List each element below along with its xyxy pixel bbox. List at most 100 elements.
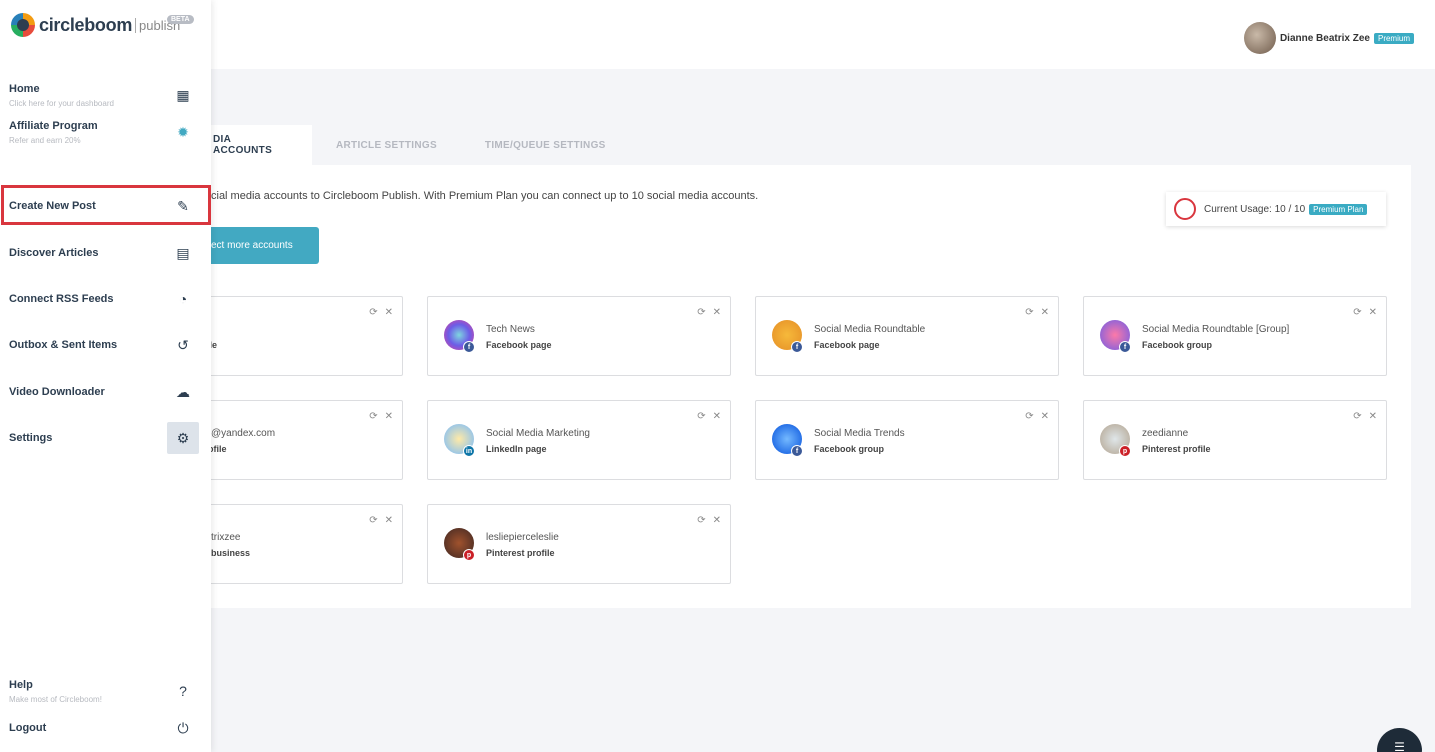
facebook-icon: f (1119, 341, 1131, 353)
sidebar-item-label: Home (9, 83, 40, 95)
question-icon: ? (179, 683, 187, 699)
refresh-icon[interactable]: ⟳ (369, 411, 377, 422)
account-card: ⟳ ✕ f Social Media Roundtable Facebook pa… (755, 296, 1059, 376)
close-icon[interactable]: ✕ (385, 307, 393, 318)
account-card: ⟳ ✕ p zeedianne Pinterest profile (1083, 400, 1387, 480)
sidebar-item-hint: Make most of Circleboom! (9, 695, 102, 704)
refresh-icon[interactable]: ⟳ (697, 307, 705, 318)
rss-icon: ◔ (178, 291, 188, 307)
account-name: Social Media Marketing (486, 428, 590, 439)
sidebar-item-affiliate-program[interactable]: Affiliate Program Refer and earn 20% ✹ (0, 116, 211, 148)
intro-text: cial media accounts to Circleboom Publis… (211, 190, 759, 202)
top-bar: Dianne Beatrix Zee Premium (0, 0, 1435, 69)
dollar-badge-icon: ✹ (177, 123, 189, 140)
linkedin-icon: in (463, 445, 475, 457)
close-icon[interactable]: ✕ (385, 515, 393, 526)
user-name: Dianne Beatrix Zee (1279, 32, 1370, 44)
history-icon: ↺ (177, 336, 189, 353)
account-type: business (211, 548, 251, 558)
sidebar-item-video-downloader[interactable]: Video Downloader ☁ (0, 376, 211, 408)
refresh-icon[interactable]: ⟳ (1025, 307, 1033, 318)
sidebar-item-label: Settings (9, 432, 53, 444)
sidebar-item-label: Logout (9, 722, 47, 734)
close-icon[interactable]: ✕ (1041, 307, 1049, 318)
user-menu[interactable]: Dianne Beatrix Zee Premium (1243, 22, 1414, 54)
account-card: ⟳ ✕ f Tech News Facebook page (427, 296, 731, 376)
close-icon[interactable]: ✕ (1369, 411, 1377, 422)
pinterest-icon: p (463, 549, 475, 561)
sidebar-item-label: Discover Articles (9, 247, 99, 259)
facebook-icon: f (791, 445, 803, 457)
tab-social-media-accounts[interactable]: DIA ACCOUNTS (211, 125, 312, 165)
refresh-icon[interactable]: ⟳ (1353, 411, 1361, 422)
create-new-post-highlight (1, 185, 211, 225)
pinterest-icon: p (1119, 445, 1131, 457)
newspaper-icon: ▤ (176, 244, 190, 261)
sidebar-item-label: Connect RSS Feeds (9, 293, 114, 305)
account-type: Facebook group (1142, 340, 1213, 350)
account-type: Facebook page (814, 340, 880, 350)
sidebar-item-label: Affiliate Program (9, 120, 98, 132)
usage-label: Current Usage: 10 / 10 (1204, 203, 1306, 215)
close-icon[interactable]: ✕ (1041, 411, 1049, 422)
refresh-icon[interactable]: ⟳ (1025, 411, 1033, 422)
facebook-icon: f (463, 341, 475, 353)
account-type: Facebook page (486, 340, 552, 350)
chat-menu-button[interactable]: ☰ (1377, 728, 1422, 752)
close-icon[interactable]: ✕ (713, 515, 721, 526)
sidebar-item-connect-rss-feeds[interactable]: Connect RSS Feeds ◔ (0, 283, 211, 315)
close-icon[interactable]: ✕ (385, 411, 393, 422)
account-name: Social Media Roundtable (814, 324, 926, 335)
gears-icon: ⚙ (167, 422, 199, 454)
refresh-icon[interactable]: ⟳ (697, 411, 705, 422)
refresh-icon[interactable]: ⟳ (369, 515, 377, 526)
close-icon[interactable]: ✕ (713, 411, 721, 422)
sidebar-item-home[interactable]: Home Click here for your dashboard ▦ (0, 79, 211, 111)
account-type: LinkedIn page (486, 444, 547, 454)
account-name: trixzee (211, 532, 241, 543)
refresh-icon[interactable]: ⟳ (369, 307, 377, 318)
sidebar-item-label: Help (9, 679, 33, 691)
account-name: Social Media Trends (814, 428, 905, 439)
account-type: Facebook group (814, 444, 885, 454)
usage-ring-icon (1174, 198, 1196, 220)
premium-badge: Premium (1373, 32, 1414, 44)
close-icon[interactable]: ✕ (1369, 307, 1377, 318)
sidebar-item-settings[interactable]: Settings ⚙ (0, 422, 211, 454)
account-name: zeedianne (1142, 428, 1189, 439)
sidebar-item-help[interactable]: Help Make most of Circleboom! ? (0, 675, 211, 707)
account-name: lesliepierceleslie (486, 532, 559, 543)
sidebar: circleboom publish BETA Home Click here … (0, 0, 211, 752)
tab-article-settings[interactable]: ARTICLE SETTINGS (312, 125, 461, 165)
sidebar-item-hint: Click here for your dashboard (9, 99, 114, 108)
account-name: Social Media Roundtable [Group] (1142, 324, 1290, 335)
sidebar-item-outbox-sent-items[interactable]: Outbox & Sent Items ↺ (0, 329, 211, 361)
refresh-icon[interactable]: ⟳ (1353, 307, 1361, 318)
sidebar-item-hint: Refer and earn 20% (9, 136, 81, 145)
sidebar-item-logout[interactable]: Logout ⏻ (0, 712, 211, 744)
premium-plan-badge: Premium Plan (1309, 203, 1368, 215)
settings-tabs: DIA ACCOUNTS ARTICLE SETTINGS TIME/QUEUE… (211, 125, 630, 165)
sidebar-item-label: Video Downloader (9, 386, 105, 398)
beta-badge: BETA (167, 15, 194, 24)
account-card: ⟳ ✕ p lesliepierceleslie Pinterest profil… (427, 504, 731, 584)
close-icon[interactable]: ✕ (713, 307, 721, 318)
account-type: Pinterest profile (486, 548, 555, 558)
grid-icon: ▦ (176, 86, 190, 103)
avatar[interactable] (1243, 22, 1276, 54)
facebook-icon: f (791, 341, 803, 353)
refresh-icon[interactable]: ⟳ (697, 515, 705, 526)
account-card: ⟳ ✕ f Social Media Trends Facebook group (755, 400, 1059, 480)
sidebar-item-label: Outbox & Sent Items (9, 339, 118, 351)
power-icon: ⏻ (177, 719, 189, 736)
account-name: @yandex.com (211, 428, 276, 439)
circleboom-logo-icon (11, 13, 35, 37)
logo[interactable]: circleboom publish BETA (11, 13, 194, 37)
connect-more-accounts-button[interactable]: ect more accounts (211, 227, 319, 264)
sidebar-item-discover-articles[interactable]: Discover Articles ▤ (0, 237, 211, 269)
account-card: ⟳ ✕ f Social Media Roundtable [Group] Fac… (1083, 296, 1387, 376)
menu-icon: ☰ (1394, 740, 1405, 752)
usage-indicator: Current Usage: 10 / 10 Premium Plan (1166, 192, 1386, 226)
tab-time-queue-settings[interactable]: TIME/QUEUE SETTINGS (461, 125, 630, 165)
account-name: Tech News (486, 324, 535, 335)
